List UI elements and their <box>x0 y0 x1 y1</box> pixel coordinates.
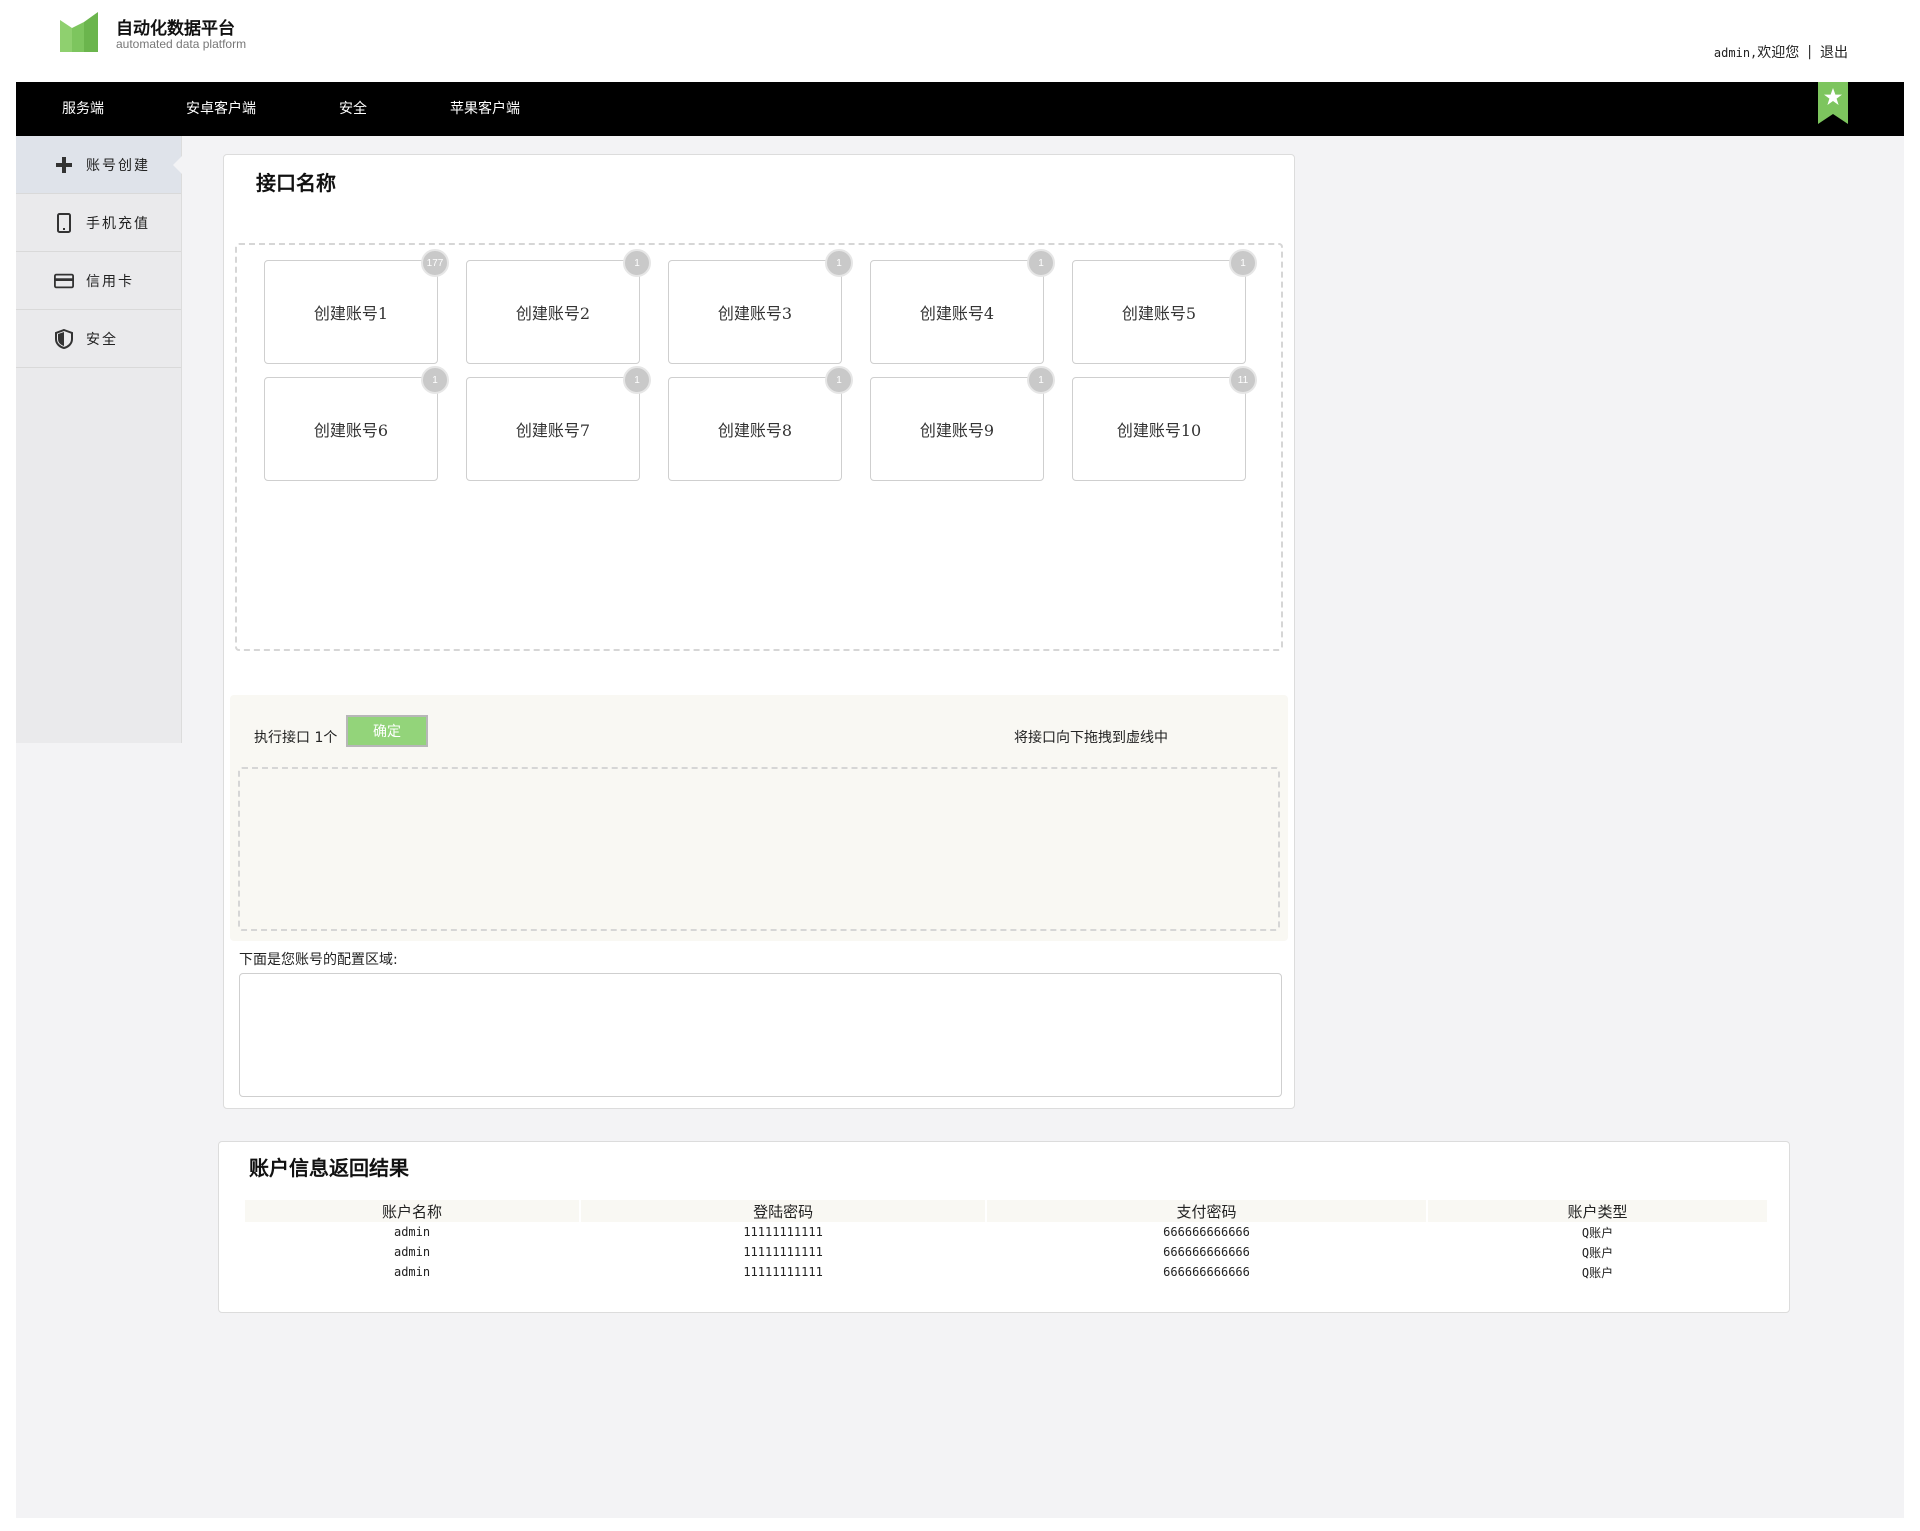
star-bookmark-icon[interactable] <box>1818 82 1848 124</box>
nav-item-security[interactable]: 安全 <box>339 82 367 136</box>
results-panel: 账户信息返回结果 账户名称 登陆密码 支付密码 账户类型 admin 11111… <box>218 1141 1790 1313</box>
sidebar-item-label: 信用卡 <box>86 273 134 290</box>
interface-card[interactable]: 创建账号1 177 <box>264 249 449 364</box>
column-header: 账户类型 <box>1427 1200 1767 1222</box>
brand-title: 自动化数据平台 <box>116 19 235 39</box>
interface-card[interactable]: 创建账号9 1 <box>870 366 1055 481</box>
execution-area: 执行接口 1个 确定 将接口向下拖拽到虚线中 <box>230 695 1288 941</box>
count-badge: 1 <box>825 249 853 277</box>
count-badge: 1 <box>1027 366 1055 394</box>
table-cell: 666666666666 <box>1163 1265 1250 1279</box>
table-cell: admin <box>393 1225 431 1239</box>
credit-card-icon <box>54 271 74 291</box>
sidebar-item-label: 安全 <box>86 331 118 348</box>
table-cell: Q账户 <box>1581 1225 1614 1240</box>
config-area[interactable] <box>239 973 1282 1097</box>
card-label: 创建账号2 <box>515 304 591 323</box>
logout-link[interactable]: 退出 <box>1820 42 1848 62</box>
logo-icon <box>60 12 98 52</box>
table-cell: 11111111111 <box>743 1265 823 1279</box>
separator: | <box>1807 44 1812 60</box>
interface-card[interactable]: 创建账号5 1 <box>1072 249 1257 364</box>
card-label: 创建账号10 <box>1116 421 1202 440</box>
table-header-row: 账户名称 登陆密码 支付密码 账户类型 <box>245 1200 1767 1222</box>
execution-drop-zone[interactable] <box>238 767 1280 931</box>
app-header: 自动化数据平台 automated data platform admin,欢迎… <box>0 0 1920 82</box>
column-header: 账户名称 <box>245 1200 580 1222</box>
column-header: 支付密码 <box>987 1200 1426 1222</box>
nav-item-android[interactable]: 安卓客户端 <box>186 82 256 136</box>
count-badge: 1 <box>1229 249 1257 277</box>
interface-card[interactable]: 创建账号10 11 <box>1072 366 1257 481</box>
table-row: admin 11111111111 666666666666 Q账户 <box>245 1242 1767 1262</box>
brand-subtitle: automated data platform <box>116 37 247 51</box>
user-bar: admin,欢迎您 | 退出 <box>1714 42 1848 62</box>
sidebar-item-credit-card[interactable]: 信用卡 <box>16 252 181 310</box>
card-label: 创建账号3 <box>717 304 793 323</box>
drag-hint: 将接口向下拖拽到虚线中 <box>1014 730 1168 746</box>
interface-drop-zone[interactable]: 创建账号1 177 创建账号2 1 创建账号3 1 创建账号4 1 创建账号5 … <box>235 243 1283 651</box>
count-badge: 1 <box>421 366 449 394</box>
sidebar-item-label: 账号创建 <box>86 157 150 174</box>
card-label: 创建账号6 <box>313 421 389 440</box>
table-cell: 11111111111 <box>743 1245 823 1259</box>
username: admin, <box>1713 46 1758 60</box>
card-label: 创建账号5 <box>1121 304 1197 323</box>
interface-card[interactable]: 创建账号7 1 <box>466 366 651 481</box>
table-cell: 11111111111 <box>743 1225 823 1239</box>
table-cell: admin <box>393 1265 431 1279</box>
count-badge: 1 <box>1027 249 1055 277</box>
sidebar-item-label: 手机充值 <box>86 215 150 232</box>
shield-icon <box>54 328 74 349</box>
count-badge: 11 <box>1229 366 1257 394</box>
sidebar-item-phone-recharge[interactable]: 手机充值 <box>16 194 181 252</box>
confirm-button[interactable]: 确定 <box>346 715 428 747</box>
count-badge: 1 <box>623 249 651 277</box>
sidebar-item-security[interactable]: 安全 <box>16 310 181 368</box>
table-cell: Q账户 <box>1581 1265 1614 1280</box>
plus-icon <box>54 155 74 175</box>
config-label: 下面是您账号的配置区域: <box>239 952 398 968</box>
card-label: 创建账号9 <box>919 421 995 440</box>
exec-count-label: 执行接口 1个 <box>254 730 338 746</box>
interface-card[interactable]: 创建账号8 1 <box>668 366 853 481</box>
card-label: 创建账号8 <box>717 421 793 440</box>
column-header: 登陆密码 <box>581 1200 986 1222</box>
panel-title: 接口名称 <box>256 171 336 195</box>
count-badge: 1 <box>623 366 651 394</box>
interface-card[interactable]: 创建账号2 1 <box>466 249 651 364</box>
interface-panel: 接口名称 创建账号1 177 创建账号2 1 创建账号3 1 创建账号4 1 创… <box>223 154 1295 1109</box>
table-cell: admin <box>393 1245 431 1259</box>
nav-item-ios[interactable]: 苹果客户端 <box>450 82 520 136</box>
table-cell: Q账户 <box>1581 1245 1614 1260</box>
table-cell: 666666666666 <box>1163 1225 1250 1239</box>
sidebar-item-account-create[interactable]: 账号创建 <box>16 136 182 194</box>
table-cell: 666666666666 <box>1163 1245 1250 1259</box>
interface-card[interactable]: 创建账号3 1 <box>668 249 853 364</box>
welcome-text: 欢迎您 <box>1757 45 1800 61</box>
card-label: 创建账号4 <box>919 304 995 323</box>
interface-card[interactable]: 创建账号6 1 <box>264 366 449 481</box>
interface-card[interactable]: 创建账号4 1 <box>870 249 1055 364</box>
results-table: 账户名称 登陆密码 支付密码 账户类型 admin 11111111111 66… <box>243 1200 1769 1282</box>
count-badge: 177 <box>421 249 449 277</box>
card-label: 创建账号7 <box>515 421 591 440</box>
table-row: admin 11111111111 666666666666 Q账户 <box>245 1262 1767 1282</box>
top-nav: 服务端 安卓客户端 安全 苹果客户端 <box>16 82 1904 136</box>
sidebar: 账号创建 手机充值 信用卡 安全 <box>16 136 182 743</box>
card-label: 创建账号1 <box>313 304 389 323</box>
nav-item-server[interactable]: 服务端 <box>62 82 104 136</box>
table-row: admin 11111111111 666666666666 Q账户 <box>245 1222 1767 1242</box>
phone-icon <box>54 212 74 233</box>
results-title: 账户信息返回结果 <box>249 1156 409 1180</box>
count-badge: 1 <box>825 366 853 394</box>
